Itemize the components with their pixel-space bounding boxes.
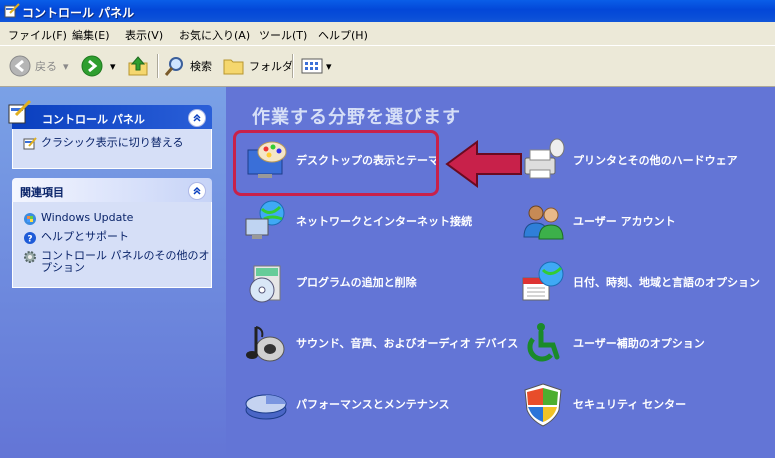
category-security-center[interactable]: セキュリティ センター	[519, 380, 686, 428]
gear-icon	[24, 251, 36, 263]
other-options-link[interactable]: コントロール パネルのその他のオプション	[21, 250, 217, 274]
task-pane: コントロール パネル クラシック表示に切り替える 関連項目 Windows Up…	[0, 87, 226, 458]
menu-bar: ファイル(F) 編集(E) 表示(V) お気に入り(A) ツール(T) ヘルプ(…	[0, 22, 775, 46]
category-sound-label: サウンド、音声、およびオーディオ デバイス	[296, 337, 519, 350]
toolbar-separator	[157, 54, 159, 78]
views-grid-icon	[301, 58, 323, 74]
category-accessibility[interactable]: ユーザー補助のオプション	[519, 319, 705, 367]
back-arrow-icon	[9, 55, 31, 77]
menu-help[interactable]: ヘルプ(H)	[318, 27, 368, 43]
control-panel-icon	[8, 99, 32, 124]
forward-button[interactable]: ▾	[80, 54, 116, 78]
category-printers-hardware[interactable]: プリンタとその他のハードウェア	[519, 136, 738, 184]
user-accounts-icon	[523, 205, 564, 240]
pick-category-heading: 作業する分野を選びます	[252, 107, 461, 128]
network-icon	[245, 200, 285, 239]
category-add-remove-programs-label: プログラムの追加と削除	[296, 276, 417, 289]
menu-view[interactable]: 表示(V)	[125, 27, 163, 43]
category-sound[interactable]: サウンド、音声、およびオーディオ デバイス	[242, 319, 518, 367]
title-bar: コントロール パネル	[0, 0, 775, 22]
category-performance-maintenance-label: パフォーマンスとメンテナンス	[296, 398, 450, 411]
views-button[interactable]: ▾	[300, 54, 332, 78]
back-button[interactable]: 戻る ▾	[8, 54, 69, 78]
up-folder-button[interactable]	[126, 54, 150, 78]
menu-tools[interactable]: ツール(T)	[259, 27, 307, 43]
collapse-chevron-icon[interactable]	[188, 109, 206, 127]
toolbar: 戻る ▾ ▾ 検索 フォルダ ▾	[0, 46, 775, 87]
accessibility-icon	[527, 323, 560, 362]
folder-icon	[223, 59, 244, 75]
highlight-box	[233, 130, 439, 196]
category-network[interactable]: ネットワークとインターネット接続	[242, 197, 472, 245]
category-accessibility-label: ユーザー補助のオプション	[573, 337, 705, 350]
windows-update-label: Windows Update	[41, 211, 134, 224]
search-icon	[164, 57, 183, 76]
switch-to-classic-view-link[interactable]: クラシック表示に切り替える	[21, 136, 211, 150]
forward-arrow-icon	[81, 55, 103, 77]
control-panel-box-title: コントロール パネル	[42, 113, 145, 126]
folders-button[interactable]: フォルダ	[222, 54, 293, 78]
control-panel-icon	[4, 3, 20, 18]
category-date-time-region-label: 日付、時刻、地域と言語のオプション	[573, 276, 760, 289]
menu-favorites[interactable]: お気に入り(A)	[179, 27, 250, 43]
related-topics-box: 関連項目 Windows Update ? ヘルプとサポート コントロール パネ…	[12, 178, 212, 288]
windows-update-icon	[24, 213, 36, 225]
printer-hardware-icon	[524, 138, 565, 179]
views-dropdown-icon: ▾	[326, 59, 332, 73]
control-panel-box: コントロール パネル クラシック表示に切り替える	[8, 99, 212, 169]
performance-icon	[245, 394, 287, 420]
date-time-region-icon	[522, 261, 564, 301]
add-remove-programs-icon	[249, 265, 281, 303]
category-user-accounts-label: ユーザー アカウント	[573, 215, 676, 228]
forward-dropdown-icon[interactable]: ▾	[110, 60, 116, 73]
help-icon: ?	[24, 232, 36, 245]
search-button[interactable]: 検索	[163, 54, 212, 78]
windows-update-link[interactable]: Windows Update	[21, 211, 211, 225]
other-options-label: コントロール パネルのその他のオプション	[41, 249, 210, 274]
related-topics-title: 関連項目	[20, 186, 64, 199]
up-folder-icon	[128, 56, 148, 76]
back-label: 戻る	[35, 60, 57, 73]
menu-file[interactable]: ファイル(F)	[8, 27, 67, 43]
toolbar-separator	[292, 54, 294, 78]
security-center-icon	[524, 383, 562, 427]
related-topics-header[interactable]: 関連項目	[12, 178, 212, 202]
category-printers-hardware-label: プリンタとその他のハードウェア	[573, 154, 738, 167]
category-date-time-region[interactable]: 日付、時刻、地域と言語のオプション	[519, 258, 760, 306]
search-label: 検索	[190, 60, 212, 73]
window-title: コントロール パネル	[22, 6, 135, 20]
switch-to-classic-view-label: クラシック表示に切り替える	[41, 136, 184, 149]
folders-label: フォルダ	[249, 60, 293, 73]
category-user-accounts[interactable]: ユーザー アカウント	[519, 197, 676, 245]
help-and-support-label: ヘルプとサポート	[41, 230, 129, 243]
control-panel-box-header[interactable]: コントロール パネル	[8, 99, 212, 129]
menu-edit[interactable]: 編集(E)	[72, 27, 110, 43]
category-performance-maintenance[interactable]: パフォーマンスとメンテナンス	[242, 380, 450, 428]
back-dropdown-icon[interactable]: ▾	[63, 60, 69, 73]
help-and-support-link[interactable]: ? ヘルプとサポート	[21, 230, 211, 245]
pointer-arrow-icon	[445, 140, 522, 188]
svg-text:?: ?	[27, 235, 32, 245]
sound-icon	[246, 326, 285, 362]
category-security-center-label: セキュリティ センター	[573, 398, 687, 411]
category-network-label: ネットワークとインターネット接続	[296, 215, 472, 228]
classic-view-icon	[23, 137, 37, 150]
collapse-chevron-icon[interactable]	[188, 182, 206, 200]
category-add-remove-programs[interactable]: プログラムの追加と削除	[242, 258, 417, 306]
